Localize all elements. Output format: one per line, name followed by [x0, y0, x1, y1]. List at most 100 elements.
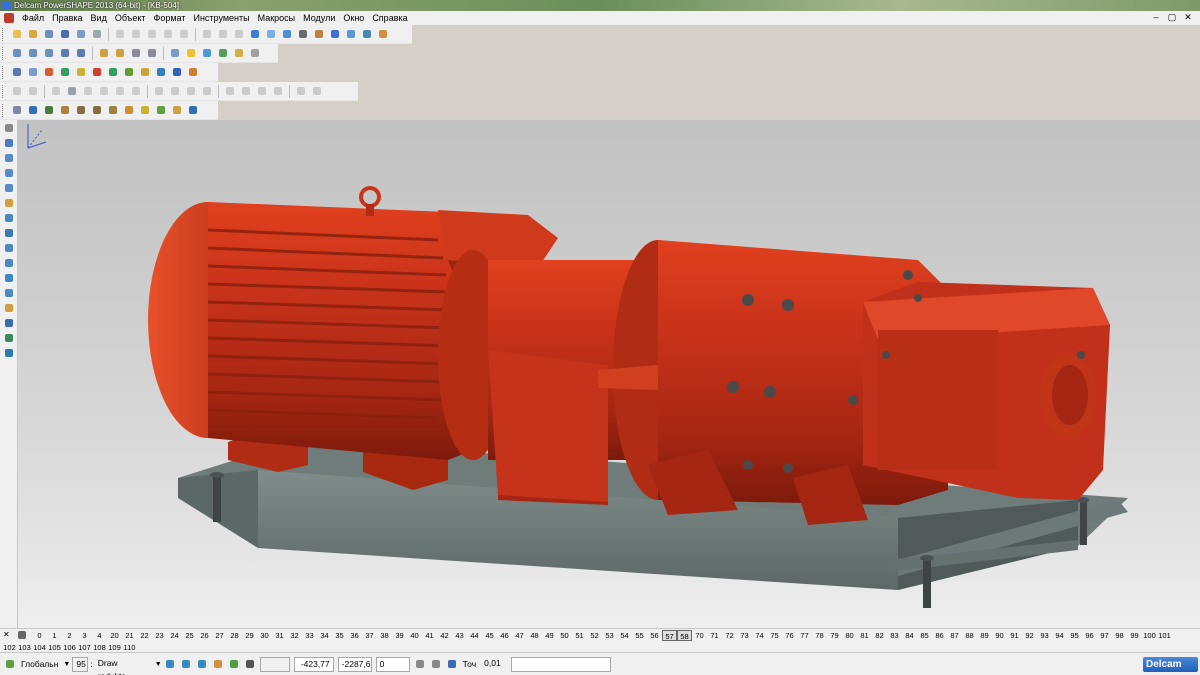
level-button[interactable]: 89 [977, 630, 992, 641]
plane-zx-icon[interactable] [211, 657, 225, 671]
level-dropdown-icon[interactable]: ▼ [155, 661, 162, 668]
level-button[interactable]: 97 [1097, 630, 1112, 641]
mirror-icon[interactable] [255, 84, 269, 98]
menu-modules[interactable]: Модули [299, 11, 339, 25]
cut-icon[interactable] [113, 27, 127, 41]
level-button[interactable]: 29 [242, 630, 257, 641]
level-button[interactable]: 79 [827, 630, 842, 641]
model-icon[interactable] [26, 65, 40, 79]
undo-icon[interactable] [200, 27, 214, 41]
level-button[interactable]: 86 [932, 630, 947, 641]
axis-icon[interactable] [26, 103, 40, 117]
menu-window[interactable]: Окно [339, 11, 368, 25]
level-button[interactable]: 87 [947, 630, 962, 641]
material-icon[interactable] [232, 46, 246, 60]
level-button[interactable]: 38 [377, 630, 392, 641]
yellow-ball-icon[interactable] [74, 65, 88, 79]
level-button[interactable]: 72 [722, 630, 737, 641]
hand-icon[interactable] [248, 46, 262, 60]
level-button[interactable]: 49 [542, 630, 557, 641]
zoom-fit-icon[interactable] [145, 46, 159, 60]
constraint-icon[interactable] [90, 103, 104, 117]
level-button[interactable]: 21 [122, 630, 137, 641]
level-button[interactable]: 40 [407, 630, 422, 641]
wizard-icon[interactable] [376, 27, 390, 41]
camera-icon[interactable] [186, 103, 200, 117]
level-button[interactable]: 3 [77, 630, 92, 641]
level-button[interactable]: 34 [317, 630, 332, 641]
level-button[interactable]: 31 [272, 630, 287, 641]
level-button[interactable]: 56 [647, 630, 662, 641]
component-icon[interactable] [10, 103, 24, 117]
print-preview-icon[interactable] [90, 27, 104, 41]
toolbar-grip[interactable] [2, 46, 6, 60]
analysis-tool-icon[interactable] [2, 241, 16, 255]
delete-icon[interactable] [177, 27, 191, 41]
level-button[interactable]: 95 [1067, 630, 1082, 641]
close-levels-icon[interactable]: ✕ [3, 630, 10, 639]
level-button[interactable]: 96 [1082, 630, 1097, 641]
menu-macros[interactable]: Макросы [254, 11, 300, 25]
snap-icon[interactable] [227, 657, 241, 671]
menu-edit[interactable]: Правка [48, 11, 86, 25]
list-icon[interactable] [138, 103, 152, 117]
open-file-icon[interactable] [26, 27, 40, 41]
boolean-add-icon[interactable] [49, 84, 63, 98]
menu-object[interactable]: Объект [111, 11, 150, 25]
lighting-icon[interactable] [216, 46, 230, 60]
level-button[interactable]: 76 [782, 630, 797, 641]
level-button[interactable]: 82 [872, 630, 887, 641]
workplane-icon[interactable] [3, 657, 17, 671]
dimension-icon[interactable] [2, 226, 16, 240]
document-icon[interactable] [4, 13, 14, 23]
surface-icon[interactable] [328, 27, 342, 41]
position-icon[interactable] [429, 657, 443, 671]
grid-icon[interactable] [243, 657, 257, 671]
pointer-icon[interactable] [122, 65, 136, 79]
play-icon[interactable] [106, 65, 120, 79]
y-coordinate-field[interactable]: -2287,6 [337, 656, 372, 672]
pattern-icon[interactable] [271, 84, 285, 98]
level-button[interactable]: 45 [482, 630, 497, 641]
solid-options-icon[interactable] [310, 84, 324, 98]
level-button[interactable]: 25 [182, 630, 197, 641]
clear-icon[interactable] [161, 27, 175, 41]
level-button[interactable]: 4 [92, 630, 107, 641]
level-button[interactable]: 26 [197, 630, 212, 641]
menu-view[interactable]: Вид [87, 11, 111, 25]
level-button[interactable]: 36 [347, 630, 362, 641]
level-button[interactable]: 27 [212, 630, 227, 641]
measure-icon[interactable] [2, 211, 16, 225]
level-button[interactable]: 71 [707, 630, 722, 641]
level-button[interactable]: 43 [452, 630, 467, 641]
level-button[interactable]: 2 [62, 630, 77, 641]
level-button[interactable]: 94 [1052, 630, 1067, 641]
level-button[interactable]: 30 [257, 630, 272, 641]
feature-icon[interactable] [152, 84, 166, 98]
view-top-icon[interactable] [26, 46, 40, 60]
level-button[interactable]: 52 [587, 630, 602, 641]
level-button[interactable]: 98 [1112, 630, 1127, 641]
boolean-intersect-icon[interactable] [81, 84, 95, 98]
history-icon[interactable] [223, 84, 237, 98]
level-button[interactable]: 91 [1007, 630, 1022, 641]
feature-4-icon[interactable] [200, 84, 214, 98]
toolbar-grip[interactable] [2, 84, 6, 98]
explode-icon[interactable] [106, 103, 120, 117]
level-button[interactable]: 47 [512, 630, 527, 641]
paste-icon[interactable] [145, 27, 159, 41]
level-button[interactable]: 54 [617, 630, 632, 641]
level-button[interactable]: 58 [677, 630, 692, 641]
principal-plane-icon[interactable] [163, 657, 177, 671]
save-icon[interactable] [58, 27, 72, 41]
feature-2-icon[interactable] [168, 84, 182, 98]
level-button[interactable]: 44 [467, 630, 482, 641]
menu-format[interactable]: Формат [150, 11, 190, 25]
level-button[interactable]: 88 [962, 630, 977, 641]
line-icon[interactable] [264, 27, 278, 41]
view-left-icon[interactable] [74, 46, 88, 60]
menu-help[interactable]: Справка [368, 11, 411, 25]
level-button[interactable]: 84 [902, 630, 917, 641]
select-surface-icon[interactable] [2, 181, 16, 195]
level-button[interactable]: 53 [602, 630, 617, 641]
